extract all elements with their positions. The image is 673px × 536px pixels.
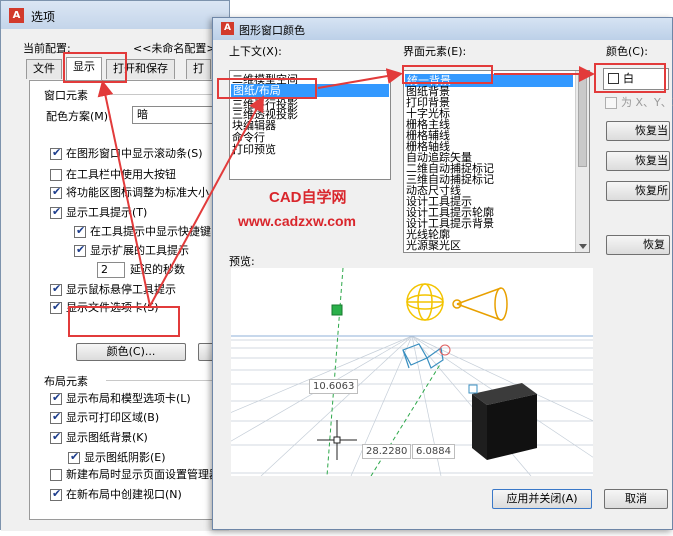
- highlight-display-tab: [63, 52, 127, 83]
- scrollbars-label: 在图形窗口中显示滚动条(S): [66, 147, 203, 160]
- cancel-button[interactable]: 取消: [604, 489, 668, 509]
- highlight-colors-button: [68, 306, 180, 337]
- scrollbars-checkbox[interactable]: [50, 146, 62, 160]
- tint-xyz-label: 为 X、Y、Z: [621, 96, 673, 109]
- ribbon-icons-checkbox[interactable]: [50, 185, 62, 199]
- create-viewport-label: 在新布局中创建视口(N): [66, 488, 182, 501]
- app-logo-icon: A: [221, 22, 234, 35]
- colors-button[interactable]: 颜色(C)...: [76, 343, 186, 361]
- tab-plot[interactable]: 打: [186, 59, 211, 79]
- paper-shadow-checkbox[interactable]: [68, 450, 80, 464]
- ucs-marker-icon: [331, 304, 343, 316]
- printable-area-label: 显示可打印区域(B): [66, 411, 160, 424]
- color-scheme-label: 配色方案(M):: [46, 110, 112, 123]
- extended-tooltips-checkbox[interactable]: [74, 243, 86, 257]
- scrollbar-thumb[interactable]: [578, 73, 587, 167]
- interface-item[interactable]: 光源聚光区: [406, 240, 461, 251]
- large-buttons-label: 在工具栏中使用大按钮: [66, 168, 176, 181]
- dwc-title: 图形窗口颜色: [239, 24, 305, 37]
- watermark-title: CAD自学网: [269, 189, 347, 206]
- highlight-color-value: [594, 63, 666, 93]
- layout-tabs-checkbox[interactable]: [50, 391, 62, 405]
- scroll-down-icon[interactable]: [579, 244, 587, 249]
- page-setup-label: 新建布局时显示页面设置管理器: [66, 468, 220, 481]
- watermark-url: www.cadzxw.com: [238, 213, 356, 229]
- display-tab-panel: 窗口元素 配色方案(M): 暗 在图形窗口中显示滚动条(S) 在工具栏中使用大按…: [29, 80, 238, 520]
- interface-list-scrollbar[interactable]: [575, 71, 589, 252]
- dimension-readout: 6.0884: [412, 444, 455, 459]
- color-label: 颜色(C):: [606, 45, 648, 58]
- context-item-block-editor[interactable]: 块编辑器: [232, 120, 276, 131]
- restore-all-button[interactable]: 恢复所: [606, 181, 670, 201]
- preview-label: 预览:: [229, 255, 255, 268]
- interface-elements-list[interactable]: 统一背景 图纸背景 打印背景 十字光标 栅格主线 栅格辅线 栅格轴线 自动追踪矢…: [403, 70, 590, 253]
- rollover-tooltips-checkbox[interactable]: [50, 282, 62, 296]
- file-tabs-checkbox[interactable]: [50, 300, 62, 314]
- options-title-bar: A 选项: [1, 1, 229, 29]
- cube-object: [472, 383, 537, 460]
- context-item-command-line[interactable]: 命令行: [232, 132, 265, 143]
- highlight-uniform-background: [402, 65, 493, 84]
- dimension-readout: 28.2280: [362, 444, 412, 459]
- spotlight-icon: [452, 287, 508, 321]
- layout-tabs-label: 显示布局和模型选项卡(L): [66, 392, 191, 405]
- restore-element-button[interactable]: 恢复当: [606, 121, 670, 141]
- point-light-icon: [406, 283, 444, 321]
- options-title: 选项: [31, 10, 56, 24]
- tint-xyz-checkbox[interactable]: [605, 97, 617, 109]
- shortcut-keys-checkbox[interactable]: [74, 224, 86, 238]
- context-label: 上下文(X):: [229, 45, 282, 58]
- rollover-tooltips-label: 显示鼠标悬停工具提示: [66, 283, 176, 296]
- apply-close-button[interactable]: 应用并关闭(A): [492, 489, 592, 509]
- printable-area-checkbox[interactable]: [50, 410, 62, 424]
- paper-background-checkbox[interactable]: [50, 430, 62, 444]
- tooltips-checkbox[interactable]: [50, 205, 62, 219]
- dwc-title-bar: A 图形窗口颜色: [213, 18, 672, 40]
- tooltips-label: 显示工具提示(T): [66, 206, 148, 219]
- large-buttons-checkbox[interactable]: [50, 169, 62, 181]
- create-viewport-checkbox[interactable]: [50, 487, 62, 501]
- interface-elements-label: 界面元素(E):: [403, 45, 467, 58]
- restore-context-button[interactable]: 恢复当: [606, 151, 670, 171]
- delay-seconds-label: 延迟的秒数: [130, 263, 185, 276]
- grip-marker-icon: [468, 384, 478, 394]
- dimension-readout: 10.6063: [309, 379, 359, 394]
- highlight-sheet-layout: [217, 78, 317, 99]
- page-setup-checkbox[interactable]: [50, 469, 62, 481]
- paper-shadow-label: 显示图纸阴影(E): [84, 451, 166, 464]
- layout-elements-heading: 布局元素: [44, 375, 88, 388]
- paper-background-label: 显示图纸背景(K): [66, 431, 148, 444]
- delay-seconds-input[interactable]: 2: [97, 262, 125, 278]
- z-axis-line: [370, 362, 442, 476]
- ribbon-icons-label: 将功能区图标调整为标准大小: [66, 186, 209, 199]
- window-elements-heading: 窗口元素: [44, 89, 88, 102]
- restore-classic-button[interactable]: 恢复: [606, 235, 670, 255]
- extended-tooltips-label: 显示扩展的工具提示: [90, 244, 189, 257]
- app-logo-icon: A: [9, 8, 24, 23]
- options-body: 当前配置: <<未命名配置>> 文件 打开和保存 打 显示 窗口元素 配色方案(…: [1, 29, 238, 531]
- context-item-plot-preview[interactable]: 打印预览: [232, 144, 276, 155]
- shortcut-keys-label: 在工具提示中显示快捷键: [90, 225, 211, 238]
- color-scheme-value: 暗: [137, 108, 148, 121]
- tab-files[interactable]: 文件: [26, 59, 62, 79]
- crosshair-icon: [317, 420, 357, 460]
- preview-pane: 10.6063 28.2280 6.0884: [231, 268, 593, 476]
